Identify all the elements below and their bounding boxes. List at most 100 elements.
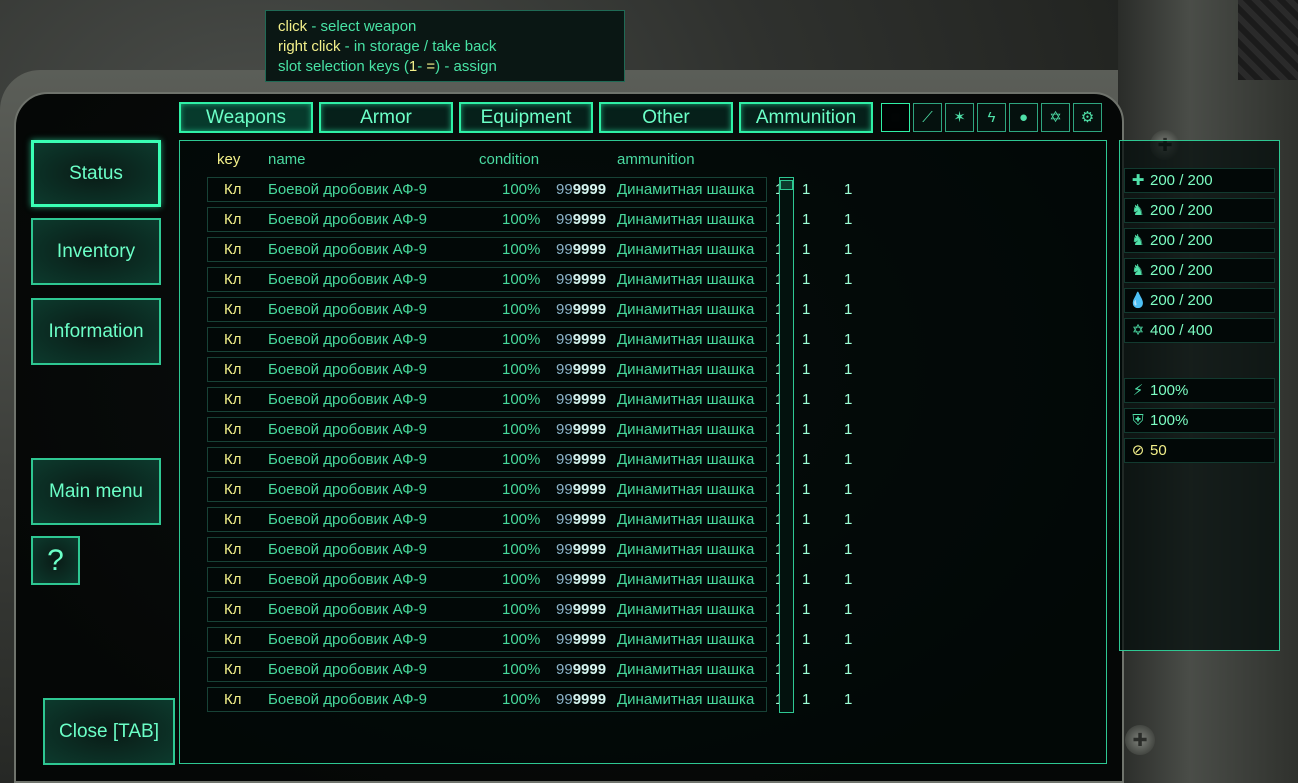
- row-ammo-count: 999999: [556, 451, 606, 468]
- ranged-filter-icon[interactable]: ✶: [945, 103, 974, 132]
- row-slot-value: 1: [802, 331, 811, 348]
- weapon-row[interactable]: Кл Боевой дробовик АФ-9 100% 999999 Динамитн…: [207, 567, 767, 592]
- stat-row: ⛨ 100%: [1124, 408, 1275, 433]
- ammo-count-dim: 99: [556, 481, 573, 498]
- main-menu-button[interactable]: Main menu: [31, 458, 161, 525]
- row-condition: 100%: [502, 631, 541, 648]
- row-slot-value: 1: [802, 511, 811, 528]
- row-key: Кл: [224, 361, 242, 378]
- ammo-count-dim: 99: [556, 421, 573, 438]
- weapon-row[interactable]: Кл Боевой дробовик АФ-9 100% 999999 Динамитн…: [207, 627, 767, 652]
- ammo-count-dim: 99: [556, 601, 573, 618]
- row-name: Боевой дробовик АФ-9: [268, 511, 427, 528]
- ammo-count-bold: 9999: [572, 511, 607, 528]
- weapon-row[interactable]: Кл Боевой дробовик АФ-9 100% 999999 Динамитн…: [207, 447, 767, 472]
- melee-filter-icon[interactable]: ⟋: [913, 103, 942, 132]
- weapon-row[interactable]: Кл Боевой дробовик АФ-9 100% 999999 Динамитн…: [207, 357, 767, 382]
- row-ammo-count: 999999: [556, 571, 606, 588]
- row-ammo-count: 999999: [556, 541, 606, 558]
- row-key: Кл: [224, 241, 242, 258]
- misc-filter-icon[interactable]: ⚙: [1073, 103, 1102, 132]
- row-ammo-count: 999999: [556, 271, 606, 288]
- coin-bits-icon: ⊘: [1131, 442, 1145, 459]
- ammo-count-bold: 9999: [572, 391, 607, 408]
- row-slot-value: 1: [802, 451, 811, 468]
- row-condition: 100%: [502, 661, 541, 678]
- help-button[interactable]: ?: [31, 536, 80, 585]
- weapon-row[interactable]: Кл Боевой дробовик АФ-9 100% 999999 Динамитн…: [207, 177, 767, 202]
- stat-row: ✡ 400 / 400: [1124, 318, 1275, 343]
- ammo-count-dim: 99: [556, 631, 573, 648]
- row-slot-value: 1: [844, 601, 853, 618]
- ammo-count-dim: 99: [556, 211, 573, 228]
- close-button[interactable]: Close [TAB]: [43, 698, 175, 765]
- row-slot-value: 1: [802, 601, 811, 618]
- row-key: Кл: [224, 661, 242, 678]
- row-ammo-type: Динамитная шашка: [617, 661, 755, 678]
- row-slot-value: 1: [844, 421, 853, 438]
- health-cross-icon: ✚: [1131, 172, 1145, 189]
- row-key: Кл: [224, 211, 242, 228]
- row-condition: 100%: [502, 451, 541, 468]
- row-key: Кл: [224, 541, 242, 558]
- tab-weapons[interactable]: Weapons: [179, 102, 313, 133]
- row-condition: 100%: [502, 241, 541, 258]
- row-ammo-type: Динамитная шашка: [617, 601, 755, 618]
- hint-slot-key2: =: [426, 58, 436, 75]
- all-filter-icon[interactable]: [881, 103, 910, 132]
- row-key: Кл: [224, 481, 242, 498]
- stat-value: 100%: [1150, 412, 1189, 429]
- weapon-row[interactable]: Кл Боевой дробовик АФ-9 100% 999999 Динамитн…: [207, 417, 767, 442]
- information-button[interactable]: Information: [31, 298, 161, 365]
- ammo-count-dim: 99: [556, 241, 573, 258]
- row-slot-value: 1: [844, 211, 853, 228]
- weapon-row[interactable]: Кл Боевой дробовик АФ-9 100% 999999 Динамитн…: [207, 267, 767, 292]
- row-name: Боевой дробовик АФ-9: [268, 691, 427, 708]
- row-slot-value: 1: [802, 571, 811, 588]
- energy-filter-icon[interactable]: ϟ: [977, 103, 1006, 132]
- inventory-button[interactable]: Inventory: [31, 218, 161, 285]
- row-slot-value: 1: [844, 631, 853, 648]
- explosive-filter-icon[interactable]: ●: [1009, 103, 1038, 132]
- hint-click: click: [278, 18, 308, 35]
- row-slot-value: 1: [844, 181, 853, 198]
- row-ammo-type: Динамитная шашка: [617, 631, 755, 648]
- magic-filter-icon[interactable]: ✡: [1041, 103, 1070, 132]
- ammo-count-bold: 9999: [572, 211, 607, 228]
- tab-equipment[interactable]: Equipment: [459, 102, 593, 133]
- row-ammo-type: Динамитная шашка: [617, 481, 755, 498]
- weapon-row[interactable]: Кл Боевой дробовик АФ-9 100% 999999 Динамитн…: [207, 597, 767, 622]
- row-name: Боевой дробовик АФ-9: [268, 331, 427, 348]
- row-ammo-count: 999999: [556, 241, 606, 258]
- ammo-count-dim: 99: [556, 361, 573, 378]
- row-name: Боевой дробовик АФ-9: [268, 541, 427, 558]
- weapon-row[interactable]: Кл Боевой дробовик АФ-9 100% 999999 Динамитн…: [207, 297, 767, 322]
- weapon-row[interactable]: Кл Боевой дробовик АФ-9 100% 999999 Динамитн…: [207, 477, 767, 502]
- weapon-row[interactable]: Кл Боевой дробовик АФ-9 100% 999999 Динамитн…: [207, 687, 767, 712]
- row-slot-value: 1: [802, 211, 811, 228]
- weapon-row[interactable]: Кл Боевой дробовик АФ-9 100% 999999 Динамитн…: [207, 327, 767, 352]
- list-scrollbar[interactable]: [779, 177, 794, 713]
- row-ammo-count: 999999: [556, 601, 606, 618]
- row-ammo-type: Динамитная шашка: [617, 361, 755, 378]
- weapon-row[interactable]: Кл Боевой дробовик АФ-9 100% 999999 Динамитн…: [207, 237, 767, 262]
- scrollbar-thumb[interactable]: [780, 180, 793, 190]
- weapon-row[interactable]: Кл Боевой дробовик АФ-9 100% 999999 Динамитн…: [207, 387, 767, 412]
- weapon-row[interactable]: Кл Боевой дробовик АФ-9 100% 999999 Динамитн…: [207, 537, 767, 562]
- ammo-count-dim: 99: [556, 391, 573, 408]
- ammo-count-dim: 99: [556, 571, 573, 588]
- row-ammo-type: Динамитная шашка: [617, 421, 755, 438]
- row-ammo-count: 999999: [556, 661, 606, 678]
- weapon-row[interactable]: Кл Боевой дробовик АФ-9 100% 999999 Динамитн…: [207, 207, 767, 232]
- tab-armor[interactable]: Armor: [319, 102, 453, 133]
- row-ammo-count: 999999: [556, 361, 606, 378]
- stat-row: 💧 200 / 200: [1124, 288, 1275, 313]
- weapon-row[interactable]: Кл Боевой дробовик АФ-9 100% 999999 Динамитн…: [207, 657, 767, 682]
- stat-row: ♞ 200 / 200: [1124, 198, 1275, 223]
- ammo-count-dim: 99: [556, 691, 573, 708]
- tab-ammunition[interactable]: Ammunition: [739, 102, 873, 133]
- status-button[interactable]: Status: [31, 140, 161, 207]
- row-name: Боевой дробовик АФ-9: [268, 421, 427, 438]
- tab-other[interactable]: Other: [599, 102, 733, 133]
- weapon-row[interactable]: Кл Боевой дробовик АФ-9 100% 999999 Динамитн…: [207, 507, 767, 532]
